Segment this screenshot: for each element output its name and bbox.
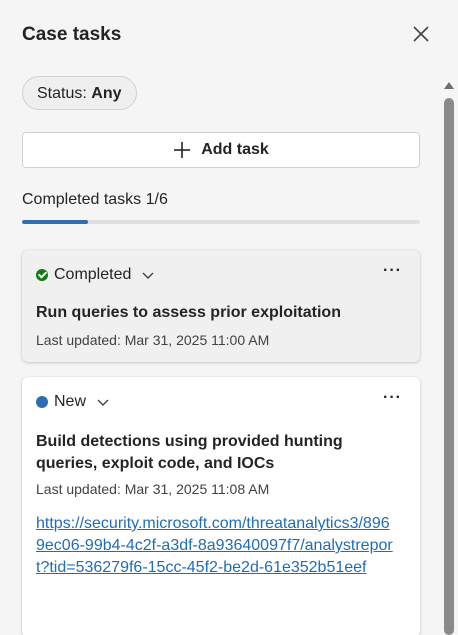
progress-bar-fill [22, 220, 89, 224]
status-filter-label: Status: [37, 85, 87, 102]
chevron-down-icon [97, 399, 109, 406]
task-last-updated: Last updated: Mar 31, 2025 11:00 AM [36, 332, 270, 348]
panel-title: Case tasks [22, 24, 122, 45]
completed-check-icon [36, 269, 48, 281]
progress-bar [22, 220, 420, 224]
add-task-button[interactable]: Add task [22, 132, 420, 168]
status-dot-icon [36, 396, 48, 408]
task-title: Run queries to assess prior exploitation [36, 304, 341, 321]
scrollbar-thumb[interactable] [444, 98, 454, 635]
more-options-icon[interactable]: ··· [383, 263, 402, 279]
task-last-updated: Last updated: Mar 31, 2025 11:08 AM [36, 481, 270, 497]
chevron-down-icon [142, 272, 154, 279]
status-filter-value: Any [91, 85, 122, 102]
scrollbar[interactable] [442, 82, 456, 635]
task-card[interactable]: Completed ··· Run queries to assess prio… [22, 250, 420, 362]
close-icon[interactable] [410, 23, 432, 45]
task-status-label: Completed [54, 266, 132, 283]
progress-label: Completed tasks 1/6 [22, 191, 168, 208]
task-status-dropdown[interactable]: New [36, 393, 110, 411]
add-task-label: Add task [201, 141, 269, 158]
scroll-up-icon[interactable] [444, 82, 454, 89]
task-card[interactable]: New ··· Build detections using provided … [22, 377, 420, 635]
status-filter-button[interactable]: Status: Any [22, 76, 137, 110]
task-list-area: Status: Any Add task Completed tasks 1/6… [0, 70, 440, 635]
task-link[interactable]: https://security.microsoft.com/threatana… [36, 513, 398, 579]
task-status-label: New [54, 393, 87, 410]
task-status-dropdown[interactable]: Completed [36, 266, 155, 284]
task-title: Build detections using provided hunting … [36, 433, 343, 472]
plus-icon [173, 141, 191, 159]
more-options-icon[interactable]: ··· [383, 390, 402, 406]
panel-header: Case tasks [0, 0, 458, 70]
